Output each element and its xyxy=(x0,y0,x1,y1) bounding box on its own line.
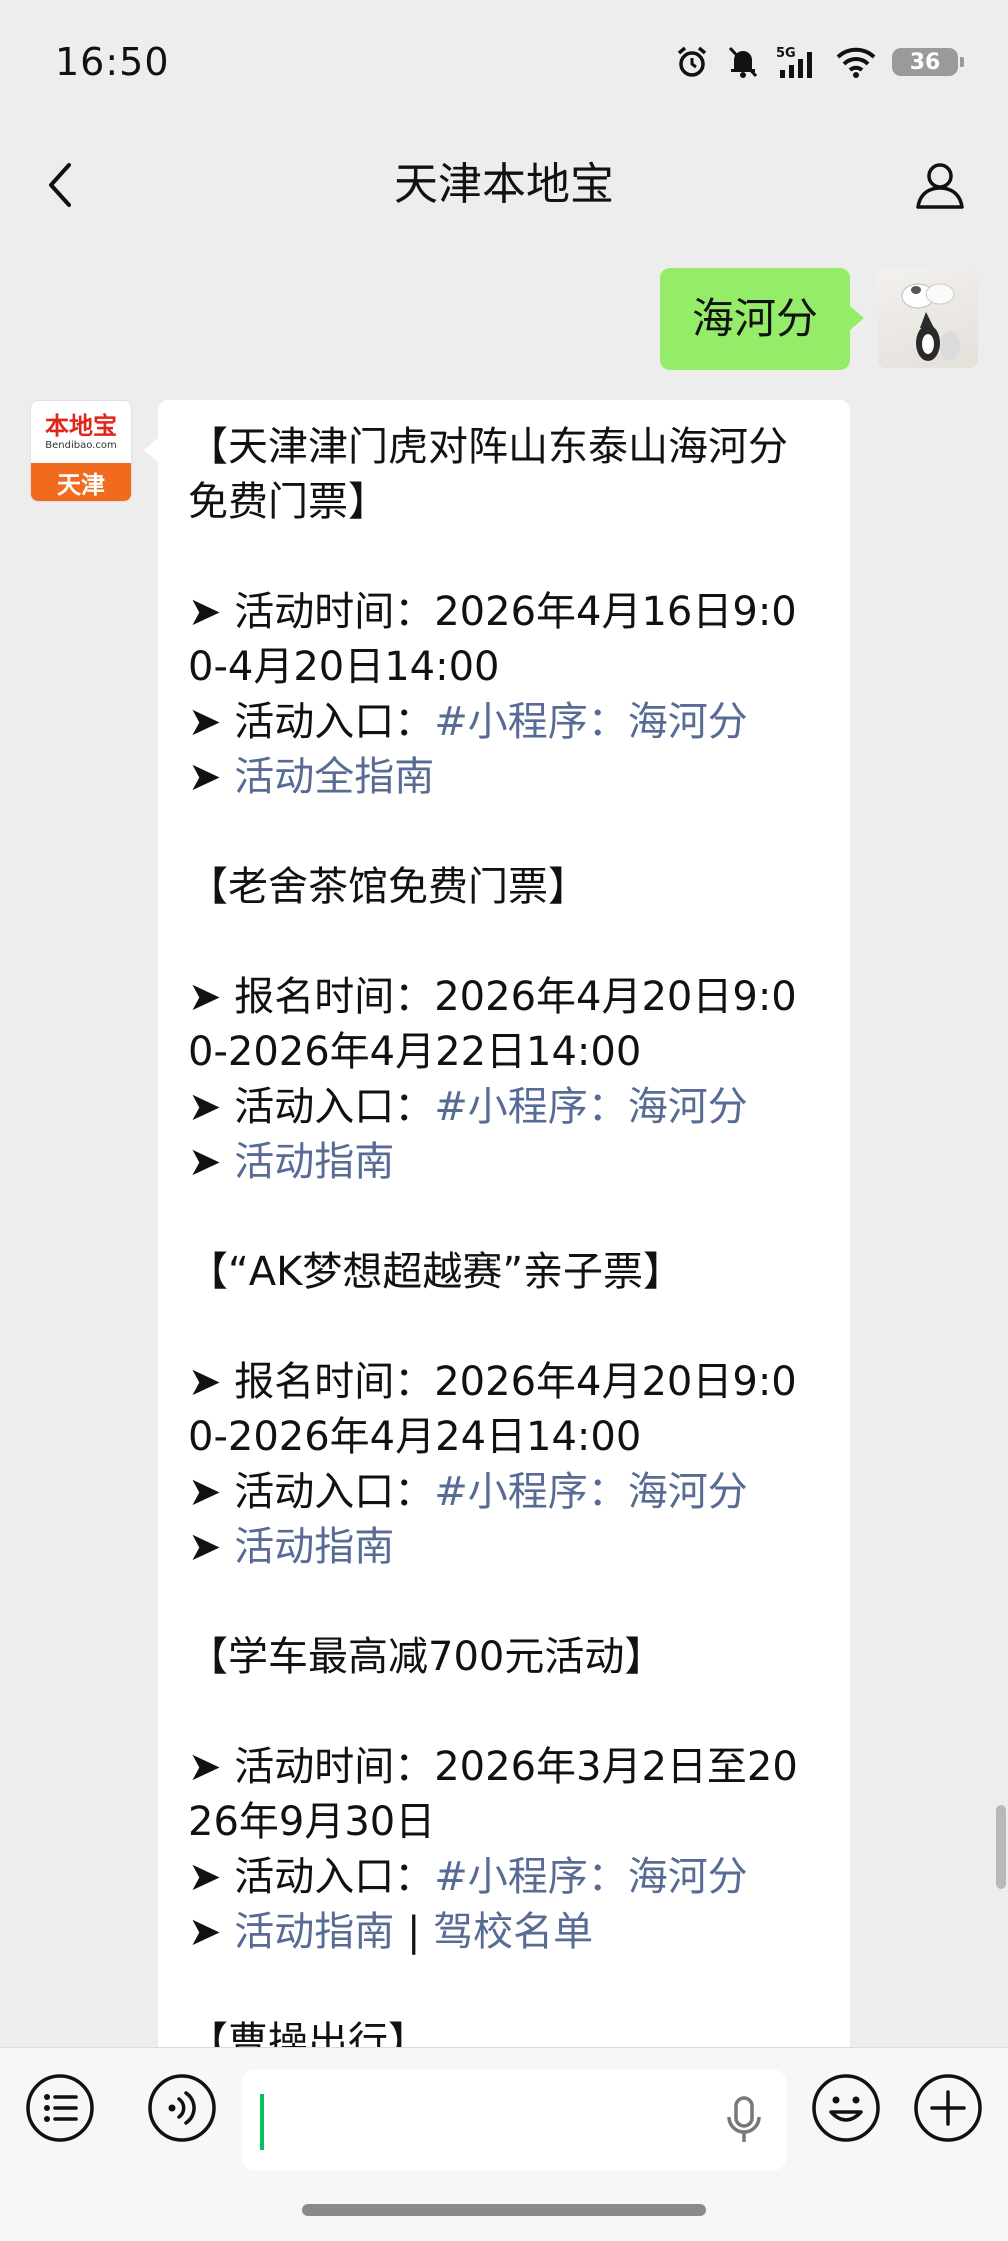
logo-city-text: 天津 xyxy=(31,463,131,501)
logo-top: 本地宝 Bendibao.com xyxy=(31,401,131,463)
line-prefix: ➤ 活动时间： xyxy=(188,589,435,635)
line-prefix: ➤ 活动入口： xyxy=(188,1854,435,1900)
network-label: 5G xyxy=(776,46,796,61)
line-prefix: ➤ xyxy=(188,1139,235,1185)
received-message-bubble[interactable]: 【天津津门虎对阵山东泰山海河分免费门票】 ➤ 活动时间：2026年4月16日9:… xyxy=(144,400,850,2047)
user-avatar[interactable] xyxy=(878,268,978,368)
profile-button[interactable] xyxy=(907,152,973,218)
event-guide-line: ➤ 活动指南 xyxy=(188,1135,820,1190)
event-entry-line: ➤ 活动入口：#小程序：海河分 xyxy=(188,1850,820,1905)
emoji-button[interactable] xyxy=(808,2070,884,2146)
guide-link[interactable]: 活动指南 xyxy=(234,1139,394,1185)
person-icon xyxy=(916,163,964,209)
microphone-icon[interactable] xyxy=(724,2095,764,2149)
text-cursor xyxy=(260,2094,264,2150)
event-title: 【天津津门虎对阵山东泰山海河分免费门票】 xyxy=(188,424,788,525)
logo-domain-text: Bendibao.com xyxy=(45,439,117,451)
page-title: 天津本地宝 xyxy=(394,159,614,210)
guide-link[interactable]: 活动全指南 xyxy=(234,754,434,800)
signal-5g-icon: 5G xyxy=(776,44,820,80)
link-separator: | xyxy=(394,1909,434,1955)
mini-program-link[interactable]: #小程序：海河分 xyxy=(434,1469,748,1515)
mini-program-link[interactable]: #小程序：海河分 xyxy=(434,1854,748,1900)
line-prefix: ➤ 活动入口： xyxy=(188,1084,435,1130)
status-bar: 16:50 5G 36 xyxy=(0,0,1008,130)
smiley-icon xyxy=(812,2074,880,2142)
event-time-line: ➤ 报名时间：2026年4月20日9:00-2026年4月24日14:00 xyxy=(188,1355,820,1465)
event-entry-line: ➤ 活动入口：#小程序：海河分 xyxy=(188,695,820,750)
status-time: 16:50 xyxy=(55,40,170,84)
logo-brand-text: 本地宝 xyxy=(45,410,117,440)
event-title: 【曹操出行】 xyxy=(188,2019,428,2047)
cats-avatar-image xyxy=(901,283,960,361)
event-time-line: ➤ 活动时间：2026年3月2日至2026年9月30日 xyxy=(188,1740,820,1850)
event-entry-line: ➤ 活动入口：#小程序：海河分 xyxy=(188,1080,820,1135)
event-guide-line: ➤ 活动指南 xyxy=(188,1520,820,1575)
status-icons: 5G 36 xyxy=(674,44,964,80)
battery-icon: 36 xyxy=(892,48,964,76)
mute-bell-icon xyxy=(726,44,760,80)
voice-icon xyxy=(148,2074,216,2142)
event-time-line: ➤ 报名时间：2026年4月20日9:00-2026年4月22日14:00 xyxy=(188,970,820,1080)
line-prefix: ➤ xyxy=(188,1909,235,1955)
event-title: 【老舍茶馆免费门票】 xyxy=(188,864,588,910)
line-prefix: ➤ 报名时间： xyxy=(188,974,435,1020)
sent-message-bubble[interactable]: 海河分 xyxy=(659,268,865,370)
event-guide-line: ➤ 活动指南 | 驾校名单 xyxy=(188,1905,820,1960)
event-guide-line: ➤ 活动全指南 xyxy=(188,750,820,805)
line-prefix: ➤ 报名时间： xyxy=(188,1359,435,1405)
event-entry-line: ➤ 活动入口：#小程序：海河分 xyxy=(188,1465,820,1520)
message-input[interactable] xyxy=(242,2070,786,2170)
driving-school-list-link[interactable]: 驾校名单 xyxy=(433,1909,593,1955)
list-menu-icon xyxy=(26,2074,94,2142)
event-time-line: ➤ 活动时间：2026年4月16日9:00-4月20日14:00 xyxy=(188,585,820,695)
line-prefix: ➤ xyxy=(188,1524,235,1570)
wifi-icon xyxy=(836,45,876,79)
more-actions-button[interactable] xyxy=(910,2070,986,2146)
menu-button[interactable] xyxy=(22,2070,98,2146)
plus-icon xyxy=(914,2074,982,2142)
nav-bar: 天津本地宝 xyxy=(0,130,1008,240)
mini-program-link[interactable]: #小程序：海河分 xyxy=(434,1084,748,1130)
line-prefix: ➤ 活动入口： xyxy=(188,699,435,745)
voice-mode-button[interactable] xyxy=(144,2070,220,2146)
scrollbar[interactable] xyxy=(996,1805,1006,1889)
bendibao-avatar[interactable]: 本地宝 Bendibao.com 天津 xyxy=(30,400,132,502)
line-prefix: ➤ 活动时间： xyxy=(188,1744,435,1790)
received-message-row: 本地宝 Bendibao.com 天津 【天津津门虎对阵山东泰山海河分免费门票】… xyxy=(30,400,850,2047)
alarm-icon xyxy=(674,44,710,80)
event-title: 【“AK梦想超越赛”亲子票】 xyxy=(188,1249,684,1295)
line-prefix: ➤ 活动入口： xyxy=(188,1469,435,1515)
home-indicator[interactable] xyxy=(302,2204,706,2216)
line-prefix: ➤ xyxy=(188,754,235,800)
event-title: 【学车最高减700元活动】 xyxy=(188,1634,665,1680)
mini-program-link[interactable]: #小程序：海河分 xyxy=(434,699,748,745)
guide-link[interactable]: 活动指南 xyxy=(234,1909,394,1955)
chat-area[interactable]: 海河分 本地宝 Bendibao.com 天津 【天津津门虎对阵山东泰山海河分免… xyxy=(0,240,1008,2047)
guide-link[interactable]: 活动指南 xyxy=(234,1524,394,1570)
sent-message-row: 海河分 xyxy=(659,268,978,370)
